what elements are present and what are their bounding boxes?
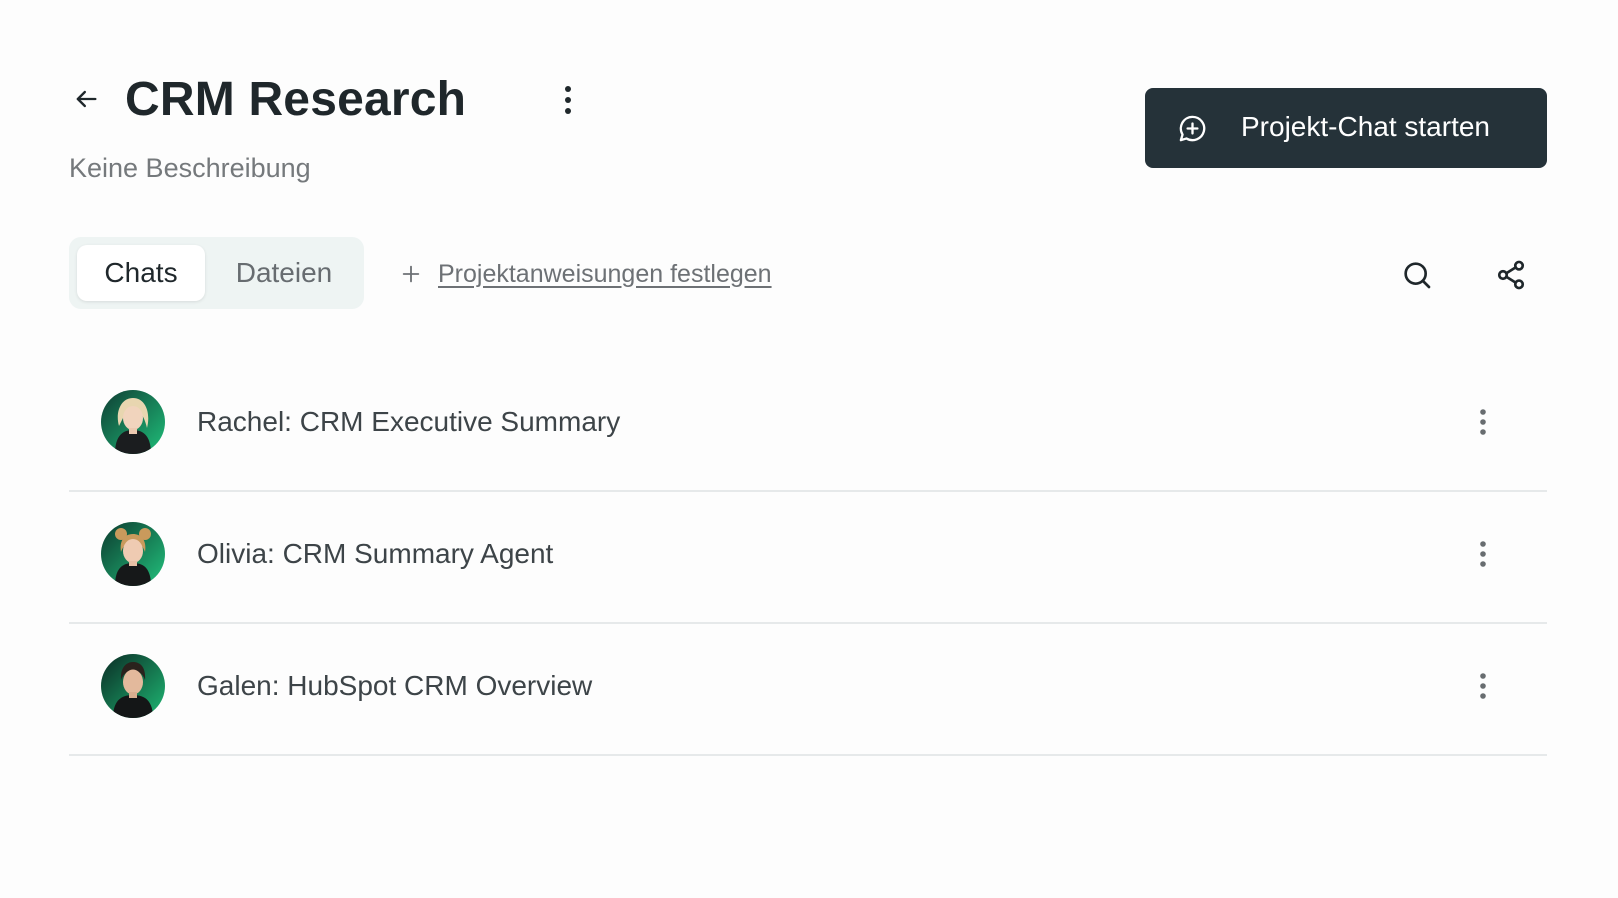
arrow-left-icon [76,90,97,108]
start-project-chat-button[interactable]: Projekt-Chat starten [1145,88,1547,168]
chat-title: Rachel: CRM Executive Summary [197,406,621,437]
chat-menu-button[interactable] [1471,534,1495,574]
vertical-dots-icon [1480,409,1486,435]
set-project-instructions-link[interactable]: Projektanweisungen festlegen [396,256,772,292]
search-icon [1404,262,1431,289]
view-tabs: Chats Dateien [69,237,364,309]
share-icon [1497,260,1525,290]
search-button[interactable] [1397,255,1437,295]
plus-icon [402,265,420,283]
chat-plus-icon [1179,115,1206,142]
chat-row[interactable]: Olivia: CRM Summary Agent [69,492,1547,624]
start-project-chat-label: Projekt-Chat starten [1241,111,1490,142]
vertical-dots-icon [1480,673,1486,699]
chat-menu-button[interactable] [1471,666,1495,706]
chat-menu-button[interactable] [1471,402,1495,442]
vertical-dots-icon [1480,541,1486,567]
set-project-instructions-label: Projektanweisungen festlegen [438,259,772,288]
avatar [101,654,165,718]
chat-list: Rachel: CRM Executive Summary Olivia: CR… [69,360,1547,756]
avatar [101,522,165,586]
project-menu-button[interactable] [555,82,581,118]
share-button[interactable] [1491,255,1531,295]
page-title: CRM Research [125,73,467,126]
project-description: Keine Beschreibung [69,153,311,183]
chat-title: Galen: HubSpot CRM Overview [197,670,593,701]
project-page: CRM Research Keine Beschreibung Projekt-… [69,0,1547,898]
back-button[interactable] [69,82,103,116]
chat-row[interactable]: Galen: HubSpot CRM Overview [69,624,1547,756]
chat-title: Olivia: CRM Summary Agent [197,538,554,569]
tab-chats[interactable]: Chats [77,245,205,301]
chat-row[interactable]: Rachel: CRM Executive Summary [69,360,1547,492]
vertical-dots-icon [565,86,571,114]
tab-files[interactable]: Dateien [212,245,356,301]
avatar [101,390,165,454]
